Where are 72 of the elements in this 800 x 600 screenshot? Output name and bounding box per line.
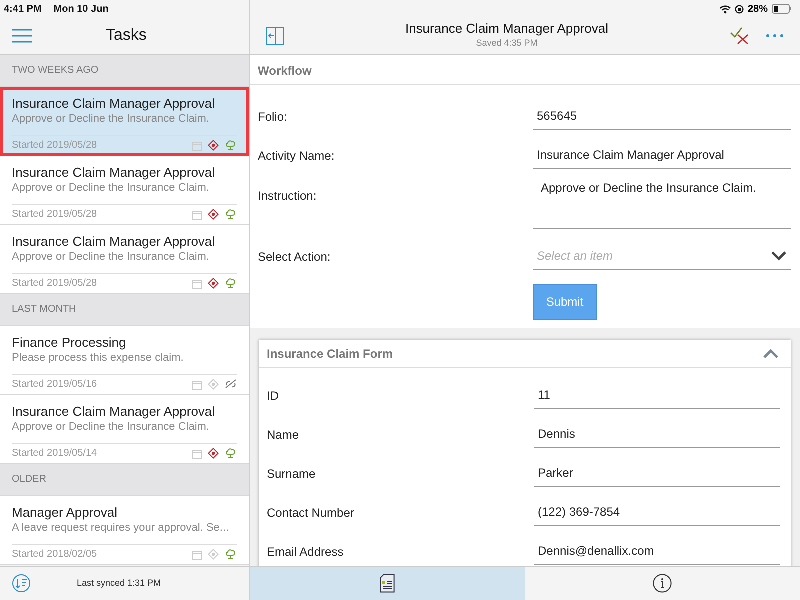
- task-item[interactable]: Insurance Claim Manager Approval Approve or Decline the Insurance Claim. Started 2019/05/28: [0, 225, 249, 294]
- task-description: A leave request requires your approval. Se...: [12, 521, 230, 536]
- field-label: Folio:: [258, 108, 288, 126]
- approve-decline-icon[interactable]: [730, 27, 750, 45]
- field-label: Name: [267, 426, 300, 444]
- battery-percent: 28%: [748, 2, 768, 16]
- task-item[interactable]: Manager Approval A leave request requires your approval. Se... Started 2018/02/05: [0, 496, 249, 565]
- task-title: Insurance Claim Manager Approval: [12, 164, 216, 181]
- task-item[interactable]: Insurance Claim Manager Approval Approve or Decline the Insurance Claim. Started 2019/05/14: [0, 395, 249, 464]
- task-description: Please process this expense claim.: [12, 351, 185, 366]
- status-date: Mon 10 Jun: [54, 2, 109, 16]
- chevron-up-icon[interactable]: [763, 349, 779, 359]
- dropdown-placeholder: Select an item: [536, 248, 614, 265]
- status-time: 4:41 PM: [4, 2, 42, 16]
- rotation-lock-icon: [734, 4, 744, 14]
- section-heading: Workflow: [258, 63, 312, 80]
- calendar-icon: [192, 380, 202, 390]
- calendar-icon: [192, 448, 202, 458]
- text-field[interactable]: Dennis: [534, 422, 780, 448]
- sidebar-title: Tasks: [106, 26, 147, 46]
- sync-status: Last synced 1:31 PM: [77, 576, 162, 590]
- group-heading: LAST MONTH: [12, 303, 76, 317]
- field-label: Select Action:: [258, 248, 332, 266]
- task-description: Approve or Decline the Insurance Claim.: [12, 181, 210, 196]
- task-title: Insurance Claim Manager Approval: [12, 95, 216, 112]
- start-date: Started 2019/05/16: [12, 378, 98, 392]
- more-icon[interactable]: [766, 34, 784, 38]
- info-icon: [653, 574, 672, 593]
- text-field[interactable]: (122) 369-7854: [534, 500, 780, 526]
- card-heading: Insurance Claim Form: [267, 346, 394, 363]
- text-field[interactable]: 565645: [533, 104, 791, 130]
- chevron-down-icon: [771, 251, 787, 261]
- field-label: Email Address: [267, 544, 345, 560]
- group-heading: OLDER: [12, 473, 46, 487]
- task-description: Approve or Decline the Insurance Claim.: [12, 250, 210, 265]
- field-label: Surname: [267, 466, 317, 482]
- field-label: Instruction:: [258, 188, 318, 205]
- calendar-icon: [192, 550, 202, 560]
- group-heading: TWO WEEKS AGO: [12, 64, 99, 78]
- document-icon: [380, 574, 395, 593]
- detail-title: Insurance Claim Manager Approval: [405, 21, 609, 38]
- text-field[interactable]: Insurance Claim Manager Approval: [533, 142, 791, 168]
- menu-icon[interactable]: [12, 29, 32, 43]
- text-field[interactable]: Parker: [534, 460, 780, 486]
- start-date: Started 2019/05/28: [12, 208, 98, 222]
- task-item[interactable]: Insurance Claim Manager Approval Approve or Decline the Insurance Claim. Started 2019/05/28: [0, 156, 249, 225]
- wifi-icon: [720, 4, 731, 14]
- start-date: Started 2018/02/05: [12, 548, 98, 562]
- collapse-sidebar-icon[interactable]: [266, 27, 284, 45]
- task-item[interactable]: Finance Processing Please process this expense claim. Started 2019/05/16: [0, 326, 249, 395]
- start-date: Started 2019/05/14: [12, 447, 98, 461]
- calendar-icon: [192, 210, 202, 220]
- calendar-icon: [192, 140, 202, 150]
- task-title: Finance Processing: [12, 334, 128, 351]
- field-label: ID: [267, 388, 280, 404]
- calendar-icon: [192, 278, 202, 288]
- instruction-field[interactable]: Approve or Decline the Insurance Claim.: [533, 175, 791, 229]
- task-title: Insurance Claim Manager Approval: [12, 403, 216, 420]
- start-date: Started 2019/05/28: [12, 277, 98, 291]
- task-description: Approve or Decline the Insurance Claim.: [12, 112, 210, 127]
- text-field[interactable]: 11: [534, 382, 780, 408]
- task-item[interactable]: Insurance Claim Manager Approval Approve or Decline the Insurance Claim. Started 2019/05/28: [0, 87, 249, 156]
- sort-icon[interactable]: [12, 574, 31, 593]
- task-title: Insurance Claim Manager Approval: [12, 233, 216, 250]
- field-label: Contact Number: [267, 504, 356, 522]
- text-field[interactable]: Dennis@denallix.com: [534, 538, 780, 564]
- battery-icon: [772, 4, 792, 14]
- task-description: Approve or Decline the Insurance Claim.: [12, 420, 210, 435]
- start-date: Started 2019/05/28: [12, 139, 98, 153]
- task-title: Manager Approval: [12, 504, 119, 521]
- field-label: Activity Name:: [258, 148, 336, 164]
- saved-status: Saved 4:35 PM: [476, 37, 538, 50]
